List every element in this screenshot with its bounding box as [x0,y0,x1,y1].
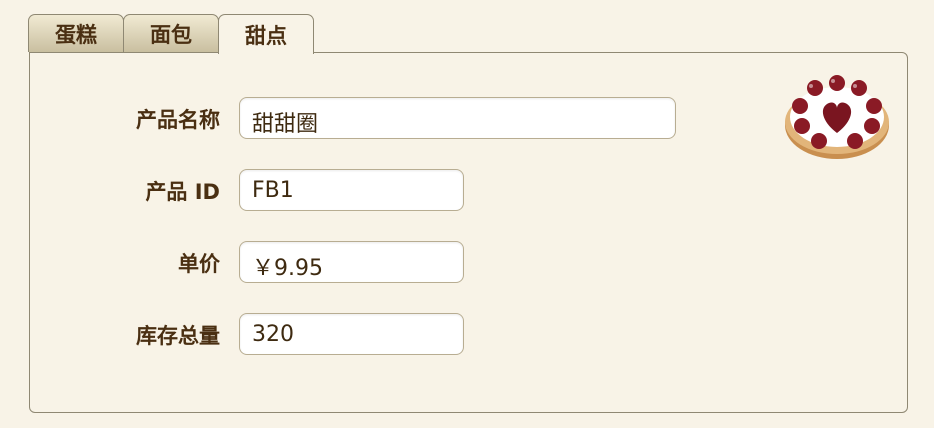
tab-bread[interactable]: 面包 [123,14,219,52]
product-panel: 产品名称 甜甜圈 产品 ID FB1 单价 ￥9.95 库存总量 320 [29,52,908,413]
product-id-field[interactable]: FB1 [239,169,464,211]
product-name-label: 产品名称 [136,108,220,132]
product-id-label: 产品 ID [145,180,220,204]
unit-price-label: 单价 [178,252,220,276]
tab-dessert[interactable]: 甜点 [218,14,314,54]
stock-total-label: 库存总量 [136,324,220,348]
cherry-tart-icon [785,75,889,159]
unit-price-field[interactable]: ￥9.95 [239,241,464,283]
stock-total-field[interactable]: 320 [239,313,464,355]
tab-bar: 蛋糕 面包 甜点 [28,14,314,54]
product-name-field[interactable]: 甜甜圈 [239,97,676,139]
tab-cake[interactable]: 蛋糕 [28,14,124,52]
